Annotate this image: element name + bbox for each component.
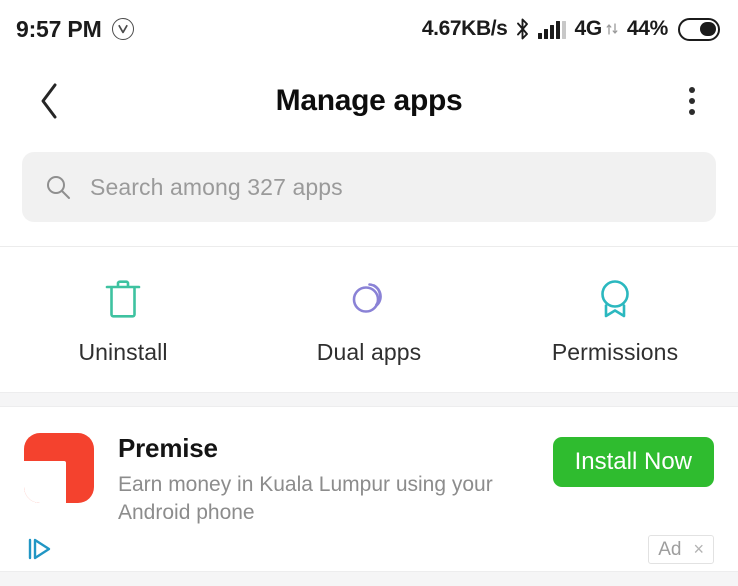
page-title: Manage apps — [275, 84, 463, 117]
shortcut-permissions[interactable]: Permissions — [492, 275, 738, 366]
more-vertical-icon-dot — [689, 98, 695, 104]
network-type-label: 4G — [574, 17, 602, 40]
ad-content: Premise Earn money in Kuala Lumpur using… — [0, 407, 738, 527]
shortcut-label: Dual apps — [316, 339, 422, 365]
permissions-icon-slot — [593, 275, 637, 323]
bluetooth-icon — [517, 18, 529, 40]
battery-icon — [678, 17, 720, 41]
more-vertical-icon-dot — [689, 109, 695, 115]
trash-icon — [105, 280, 141, 318]
more-vertical-icon — [689, 87, 695, 93]
ad-description: Earn money in Kuala Lumpur using your An… — [118, 473, 493, 525]
bottom-band — [0, 571, 738, 586]
app-icon-notch — [24, 461, 66, 503]
shortcut-dual-apps[interactable]: Dual apps — [246, 275, 492, 366]
search-placeholder: Search among 327 apps — [90, 173, 343, 200]
circled-v-icon — [111, 18, 134, 40]
install-now-button[interactable]: Install Now — [552, 437, 714, 487]
close-icon[interactable]: × — [693, 540, 704, 558]
uninstall-icon-slot — [101, 275, 145, 323]
search-input[interactable]: Search among 327 apps — [22, 152, 716, 222]
badge-ribbon-icon — [601, 280, 629, 318]
ad-footer: Ad × — [0, 527, 738, 571]
section-separator-band — [0, 392, 738, 407]
ad-title: Premise — [118, 433, 218, 463]
ad-text-block: Premise Earn money in Kuala Lumpur using… — [94, 433, 553, 527]
premise-app-icon — [24, 433, 94, 503]
signal-bars-icon — [538, 19, 567, 39]
shortcut-row: Uninstall Dual apps Permissions — [0, 247, 738, 392]
network-speed-label: 4.67KB/s — [421, 17, 508, 40]
status-bar: 9:57 PM 4.67KB/s 4G 44% — [0, 0, 738, 58]
status-bar-left: 9:57 PM — [16, 16, 134, 43]
shortcut-label: Uninstall — [78, 339, 168, 365]
more-options-button[interactable] — [670, 78, 714, 124]
back-button[interactable] — [26, 78, 72, 124]
shortcut-uninstall[interactable]: Uninstall — [0, 275, 246, 366]
data-transfer-arrows-icon — [606, 23, 618, 35]
dual-circles-icon — [352, 283, 382, 313]
dual-apps-icon-slot — [345, 275, 393, 323]
ad-badge: Ad × — [648, 534, 714, 564]
shortcut-label: Permissions — [551, 339, 679, 365]
search-section: Search among 327 apps — [0, 144, 738, 246]
app-bar: Manage apps — [0, 58, 738, 144]
ad-badge-label: Ad — [658, 538, 682, 560]
status-bar-right: 4.67KB/s 4G 44% — [422, 17, 720, 41]
adchoices-icon[interactable] — [26, 536, 56, 562]
battery-percent-label: 44% — [626, 17, 668, 40]
status-clock: 9:57 PM — [16, 15, 102, 42]
search-icon — [47, 176, 70, 199]
ad-banner[interactable]: Premise Earn money in Kuala Lumpur using… — [0, 407, 738, 586]
phone-screen: 9:57 PM 4.67KB/s 4G 44% Manage apps Sear… — [0, 0, 738, 586]
chevron-left-icon — [41, 83, 57, 119]
